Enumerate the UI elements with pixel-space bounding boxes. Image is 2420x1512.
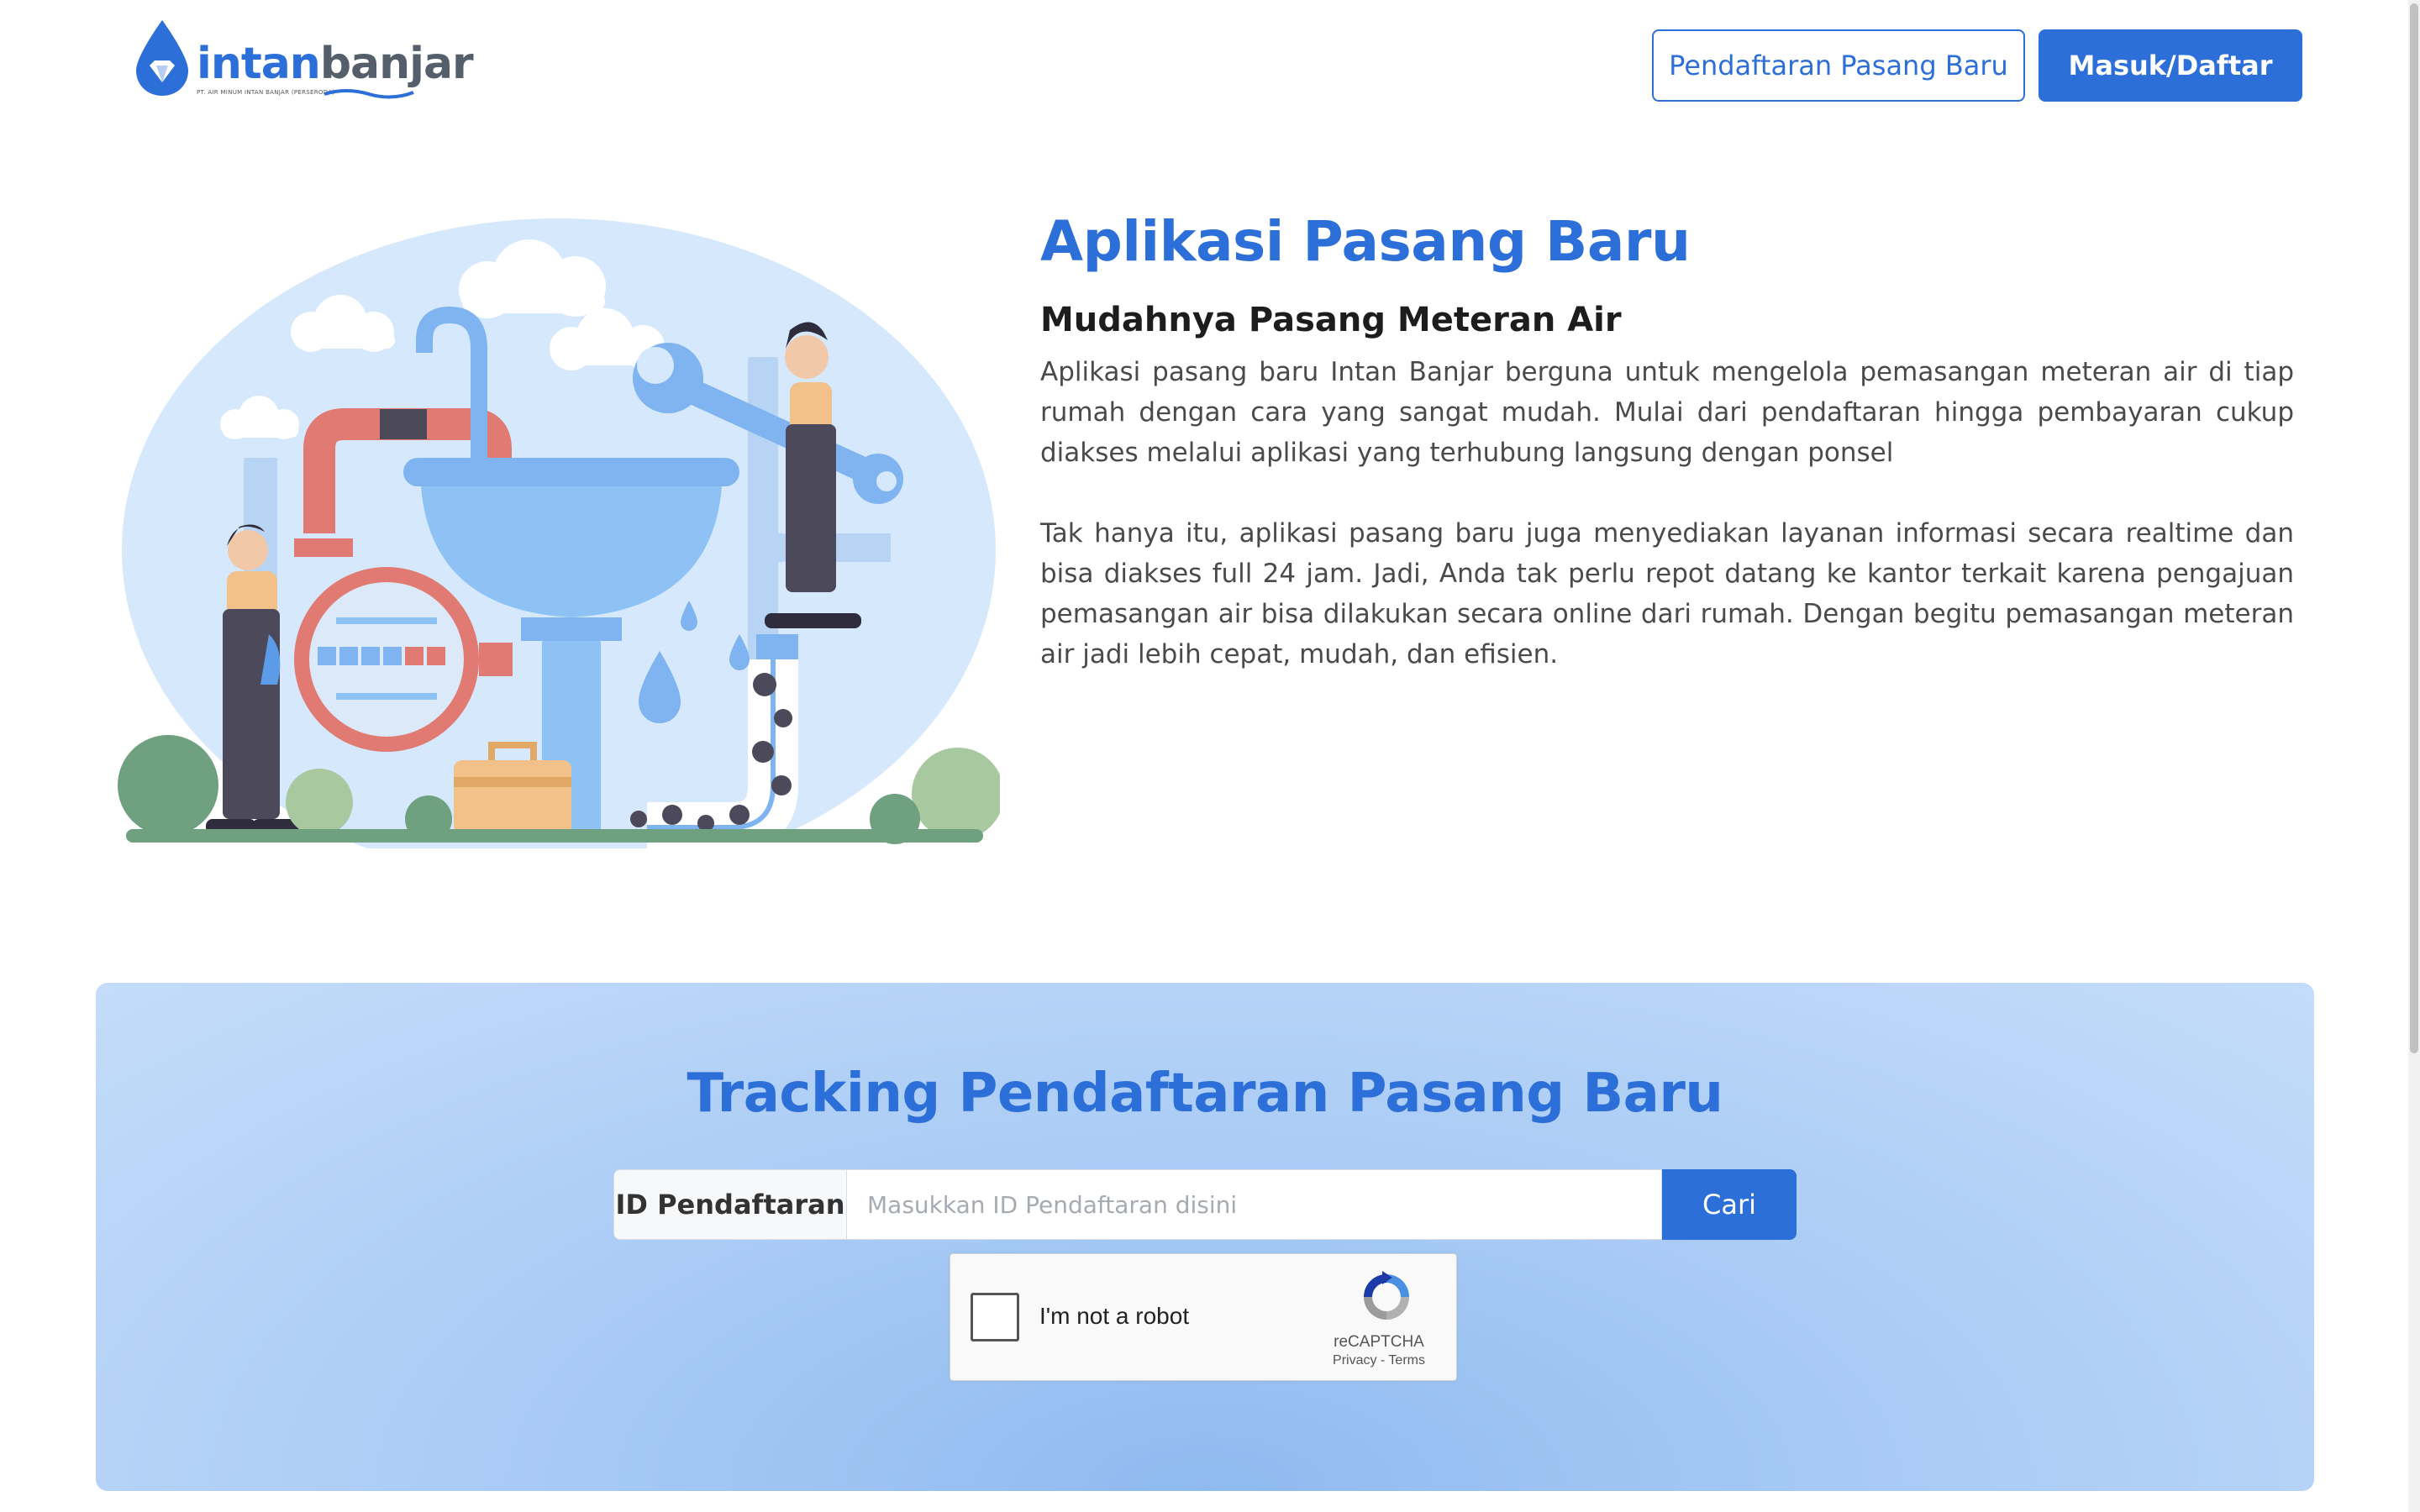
hero-title: Aplikasi Pasang Baru bbox=[1040, 209, 1691, 274]
recaptcha-widget: I'm not a robot reCAPTCHA Privacy - Term… bbox=[950, 1253, 1457, 1381]
hero-paragraph-1: Aplikasi pasang baru Intan Banjar bergun… bbox=[1040, 356, 2294, 468]
water-drop-diamond-icon bbox=[136, 20, 188, 96]
logo-wave-icon bbox=[324, 89, 414, 99]
recaptcha-brand: reCAPTCHA bbox=[1334, 1333, 1424, 1351]
search-button[interactable]: Cari bbox=[1662, 1169, 1797, 1240]
recaptcha-checkbox[interactable] bbox=[971, 1293, 1019, 1341]
hero-subtitle: Mudahnya Pasang Meteran Air bbox=[1040, 300, 1622, 339]
login-register-button[interactable]: Masuk/Daftar bbox=[2039, 29, 2302, 102]
tracking-section: Tracking Pendaftaran Pasang Baru ID Pend… bbox=[96, 983, 2314, 1491]
brand-logo[interactable]: intanbanjar PT. AIR MINUM INTAN BANJAR (… bbox=[133, 18, 474, 99]
recaptcha-label: I'm not a robot bbox=[1039, 1303, 1190, 1329]
tracking-title: Tracking Pendaftaran Pasang Baru bbox=[687, 1063, 1723, 1125]
plumbers-repairing-sink-illustration bbox=[118, 218, 1000, 848]
recaptcha-privacy-terms-link[interactable]: Privacy - Terms bbox=[1320, 1353, 1438, 1368]
recaptcha-icon bbox=[1364, 1271, 1409, 1320]
register-new-button[interactable]: Pendaftaran Pasang Baru bbox=[1652, 29, 2025, 102]
registration-id-label: ID Pendaftaran bbox=[613, 1169, 847, 1240]
registration-id-input[interactable] bbox=[847, 1169, 1662, 1240]
logo-text-intan: intan bbox=[197, 39, 321, 89]
logo-text-banjar: banjar bbox=[319, 39, 474, 89]
hero-text-block: Aplikasi Pasang Baru Mudahnya Pasang Met… bbox=[1040, 209, 2294, 675]
page-scrollbar-thumb[interactable] bbox=[2410, 3, 2418, 1053]
tracking-search-group: ID Pendaftaran Cari bbox=[613, 1169, 1797, 1240]
hero-paragraph-2: Tak hanya itu, aplikasi pasang baru juga… bbox=[1040, 517, 2294, 669]
